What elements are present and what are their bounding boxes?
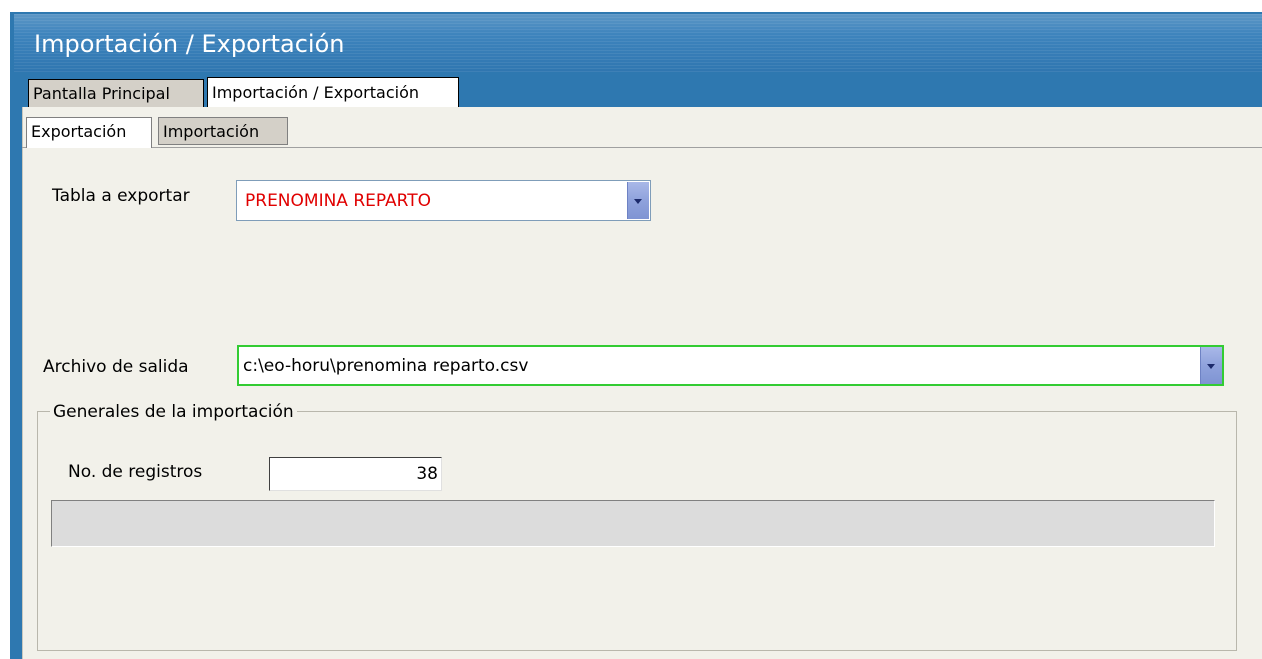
tab-importacion[interactable]: Importación [158,117,288,145]
window-title: Importación / Exportación [34,30,345,58]
tab-label: Importación [163,122,260,141]
chevron-down-icon[interactable] [627,182,649,219]
application-window: Importación / Exportación Pantalla Princ… [0,0,1262,659]
output-file-dropdown[interactable]: c:\eo-horu\prenomina reparto.csv [237,345,1224,386]
tab-exportacion[interactable]: Exportación [26,117,152,148]
chevron-down-icon[interactable] [1200,347,1222,384]
table-to-export-value: PRENOMINA REPARTO [245,190,432,211]
active-tab-gap [27,147,151,148]
tab-strip-divider [22,147,1262,148]
tab-label: Importación / Exportación [212,83,419,102]
records-count-label: No. de registros [68,462,203,482]
groupbox-title: Generales de la importación [50,402,297,422]
output-file-value[interactable]: c:\eo-horu\prenomina reparto.csv [243,347,528,384]
table-to-export-label: Tabla a exportar [52,186,190,206]
tab-importacion-exportacion[interactable]: Importación / Exportación [207,77,459,107]
tab-label: Pantalla Principal [33,84,170,103]
records-count-field[interactable]: 38 [269,457,442,491]
title-bar: Importación / Exportación [14,14,1262,72]
progress-bar [51,500,1215,547]
tab-pantalla-principal[interactable]: Pantalla Principal [28,79,204,107]
table-to-export-dropdown[interactable]: PRENOMINA REPARTO [236,180,651,221]
tab-label: Exportación [31,122,127,141]
output-file-label: Archivo de salida [43,357,189,377]
